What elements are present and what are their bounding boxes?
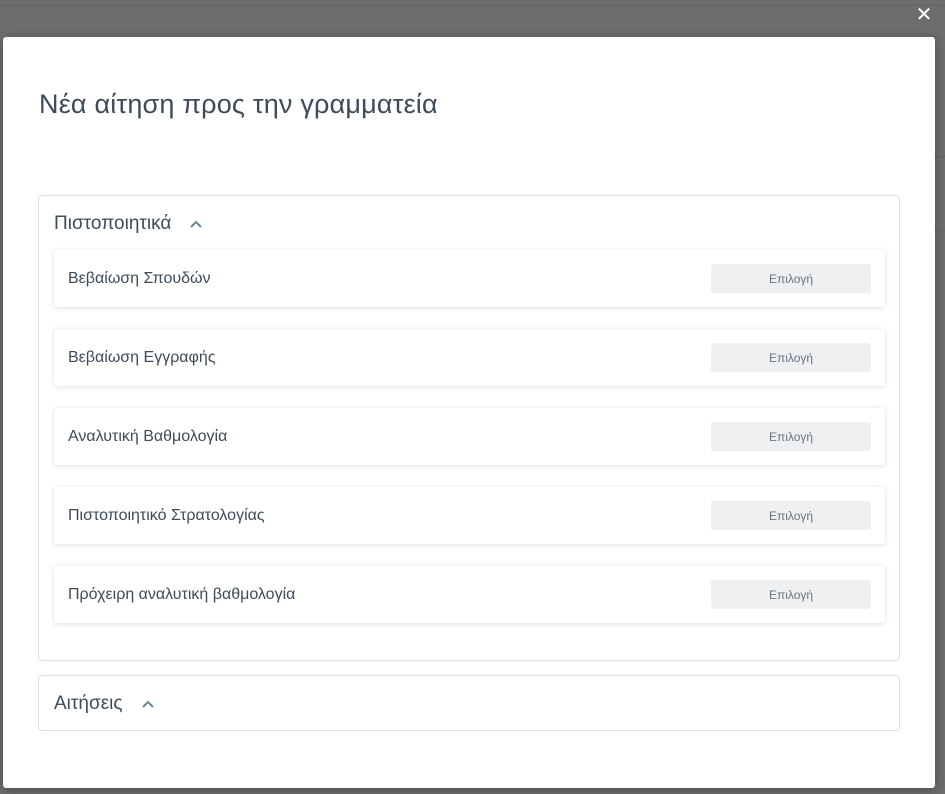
- chevron-up-icon: [190, 220, 203, 228]
- requests-section-header[interactable]: Αιτήσεις: [54, 693, 155, 715]
- close-icon[interactable]: ✕: [915, 4, 933, 26]
- section-title: Αιτήσεις: [54, 693, 123, 714]
- select-button[interactable]: Επιλογή: [711, 264, 871, 293]
- select-button[interactable]: Επιλογή: [711, 501, 871, 530]
- list-item: Βεβαίωση Σπουδών Επιλογή: [54, 250, 885, 307]
- item-label: Πρόχειρη αναλυτική βαθμολογία: [68, 585, 296, 603]
- select-button[interactable]: Επιλογή: [711, 580, 871, 609]
- list-item: Αναλυτική Βαθμολογία Επιλογή: [54, 408, 885, 465]
- item-label: Βεβαίωση Σπουδών: [68, 269, 211, 287]
- new-request-dialog: Νέα αίτηση προς την γραμματεία Πιστοποιη…: [3, 37, 935, 788]
- select-button[interactable]: Επιλογή: [711, 422, 871, 451]
- list-item: Πρόχειρη αναλυτική βαθμολογία Επιλογή: [54, 566, 885, 623]
- select-button[interactable]: Επιλογή: [711, 343, 871, 372]
- dialog-title: Νέα αίτηση προς την γραμματεία: [39, 89, 438, 119]
- item-label: Πιστοποιητικό Στρατολογίας: [68, 506, 265, 524]
- section-title: Πιστοποιητικά: [54, 213, 172, 234]
- chevron-up-icon: [141, 700, 154, 708]
- certificates-section: Πιστοποιητικά Βεβαίωση Σπουδών Επιλογή Β…: [38, 195, 900, 661]
- item-label: Βεβαίωση Εγγραφής: [68, 348, 216, 366]
- item-label: Αναλυτική Βαθμολογία: [68, 427, 228, 445]
- list-item: Βεβαίωση Εγγραφής Επιλογή: [54, 329, 885, 386]
- certificates-section-header[interactable]: Πιστοποιητικά: [54, 213, 203, 235]
- requests-section: Αιτήσεις: [38, 675, 900, 731]
- list-item: Πιστοποιητικό Στρατολογίας Επιλογή: [54, 487, 885, 544]
